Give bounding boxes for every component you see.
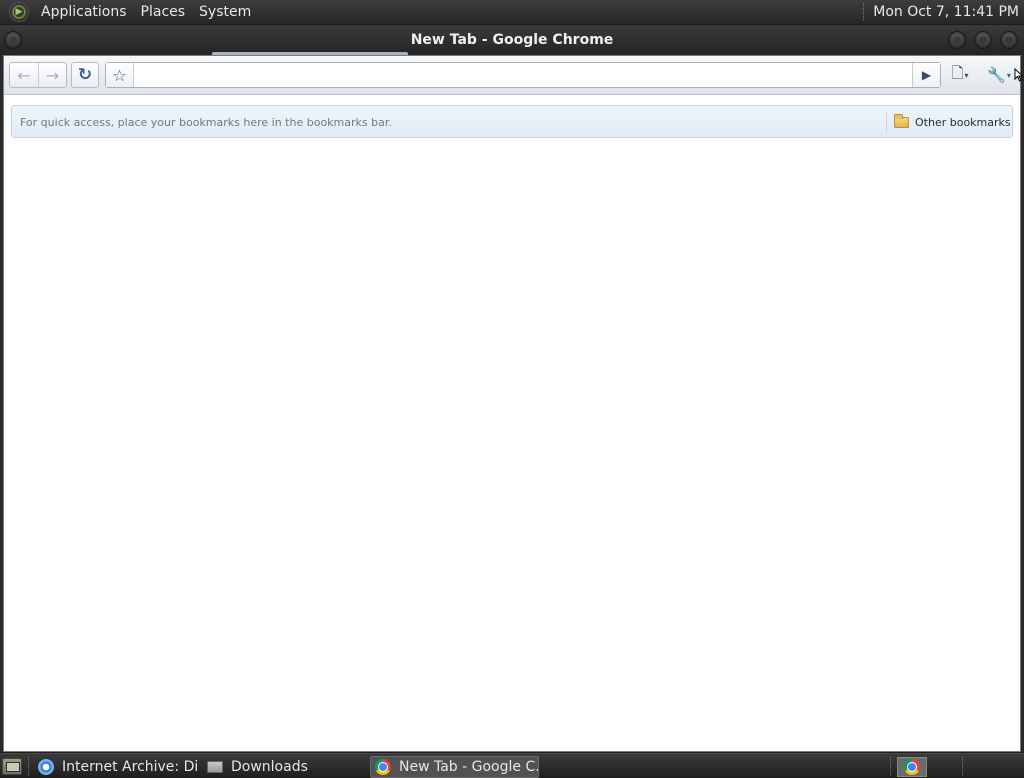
taskbar-separator bbox=[890, 757, 891, 776]
browser-window: New Tab - Google Chrome ← → ↻ ☆ ▶ 🗋 ▾ 🔧 … bbox=[0, 25, 1024, 752]
mouse-cursor-icon bbox=[1014, 67, 1024, 82]
wrench-icon: 🔧 bbox=[987, 66, 1006, 84]
folder-icon bbox=[894, 113, 909, 128]
minimize-button[interactable] bbox=[948, 31, 966, 49]
play-icon: ▶ bbox=[921, 68, 932, 82]
taskbar-item-downloads[interactable]: Downloads bbox=[203, 756, 363, 778]
forward-arrow-icon: → bbox=[45, 65, 60, 85]
back-arrow-icon: ← bbox=[17, 65, 31, 85]
chrome-icon bbox=[904, 759, 920, 775]
go-button[interactable]: ▶ bbox=[912, 63, 940, 87]
bottom-taskbar: Internet Archive: Di... Downloads New Ta… bbox=[0, 753, 1024, 778]
taskbar-separator bbox=[962, 757, 963, 776]
taskbar-separator bbox=[28, 757, 29, 776]
browser-toolbar: ← → ↻ ☆ ▶ 🗋 ▾ 🔧 ▾ bbox=[4, 56, 1024, 95]
maximize-button[interactable] bbox=[974, 31, 992, 49]
taskbar-item-new-tab[interactable]: New Tab - Google C... bbox=[370, 756, 539, 778]
other-bookmarks-label: Other bookmarks bbox=[915, 115, 1011, 129]
other-bookmarks-button[interactable]: Other bookmarks bbox=[894, 112, 1011, 132]
bookmarks-bar: For quick access, place your bookmarks h… bbox=[11, 105, 1013, 138]
taskbar-item-label: Downloads bbox=[231, 759, 308, 775]
page-menu-button[interactable]: 🗋 ▾ bbox=[945, 64, 975, 86]
bookmarks-hint-text: For quick access, place your bookmarks h… bbox=[20, 116, 392, 129]
panel-separator bbox=[863, 3, 867, 21]
bookmark-star-button[interactable]: ☆ bbox=[106, 63, 134, 87]
applications-menu[interactable]: Applications bbox=[34, 4, 134, 20]
reload-button[interactable]: ↻ bbox=[71, 62, 99, 88]
places-menu[interactable]: Places bbox=[134, 4, 193, 20]
workspace-switcher[interactable] bbox=[897, 757, 927, 777]
window-title: New Tab - Google Chrome bbox=[410, 32, 614, 48]
omnibox: ☆ ▶ bbox=[105, 62, 941, 88]
taskbar-item-internet-archive[interactable]: Internet Archive: Di... bbox=[34, 756, 198, 778]
chromium-icon bbox=[38, 759, 54, 775]
star-icon: ☆ bbox=[112, 65, 127, 85]
system-menu[interactable]: System bbox=[192, 4, 258, 20]
top-panel: ▶ Applications Places System Mon Oct 7, … bbox=[0, 0, 1024, 24]
new-tab-page[interactable] bbox=[4, 143, 1020, 751]
taskbar-item-label: New Tab - Google C... bbox=[399, 759, 539, 775]
browser-client-area: ← → ↻ ☆ ▶ 🗋 ▾ 🔧 ▾ For quick access, plac… bbox=[3, 55, 1024, 752]
back-button[interactable]: ← bbox=[10, 63, 38, 87]
taskbar-item-label: Internet Archive: Di... bbox=[62, 759, 198, 775]
window-titlebar[interactable]: New Tab - Google Chrome bbox=[0, 25, 1024, 55]
show-desktop-button[interactable] bbox=[2, 758, 22, 775]
chevron-down-icon: ▾ bbox=[1006, 70, 1011, 80]
bookmarks-separator bbox=[886, 112, 887, 132]
chevron-down-icon: ▾ bbox=[964, 70, 969, 80]
forward-button[interactable]: → bbox=[37, 63, 66, 87]
distro-logo-icon[interactable]: ▶ bbox=[9, 2, 29, 22]
reload-icon: ↻ bbox=[77, 65, 93, 85]
address-input[interactable] bbox=[136, 65, 906, 85]
nav-buttons: ← → bbox=[9, 62, 67, 88]
wrench-menu-button[interactable]: 🔧 ▾ bbox=[983, 64, 1015, 86]
clock[interactable]: Mon Oct 7, 11:41 PM bbox=[873, 4, 1019, 20]
chrome-icon bbox=[375, 759, 391, 775]
folder-icon bbox=[207, 761, 223, 773]
close-button[interactable] bbox=[1000, 31, 1018, 49]
page-icon: 🗋 bbox=[951, 63, 964, 82]
